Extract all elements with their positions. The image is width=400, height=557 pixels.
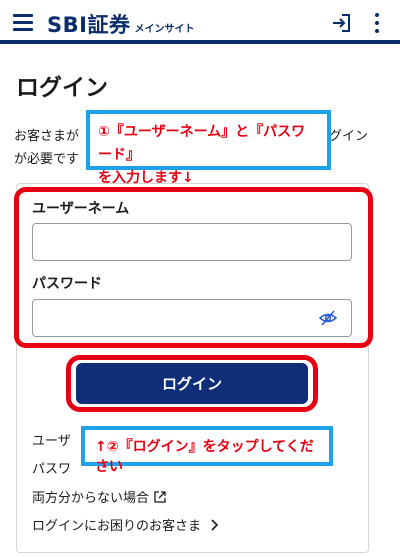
app-header: SBI証券 メインサイト xyxy=(0,0,400,44)
external-link-icon xyxy=(154,490,166,503)
forgot-username-link[interactable]: ユーザ xyxy=(32,430,71,449)
forgot-password-link[interactable]: パスワ xyxy=(32,458,71,477)
login-help-link[interactable]: ログインにお困りのお客さま xyxy=(32,515,219,534)
fields-highlight-box xyxy=(14,187,373,348)
intro-text-line1: お客さまが xyxy=(14,129,80,144)
forgot-password-label: パスワ xyxy=(32,462,72,477)
login-button-highlight-box xyxy=(66,355,318,412)
page-title: ログイン xyxy=(16,75,108,101)
callout-step1-line1: ①『ユーザーネーム』と『パスワード』 xyxy=(98,124,306,163)
chevron-right-icon xyxy=(211,518,219,531)
callout-step2-text: ↑②『ログイン』をタップしてください xyxy=(95,439,314,475)
menu-icon[interactable] xyxy=(13,14,33,31)
login-icon[interactable] xyxy=(330,12,352,34)
logo-sub-text: メインサイト xyxy=(134,24,195,35)
callout-step1-line2: を入力します↓ xyxy=(98,170,194,186)
intro-text-line1-end: グイン xyxy=(329,129,369,144)
intro-text-line2: が必要です xyxy=(14,152,80,167)
instruction-callout-step1: ①『ユーザーネーム』と『パスワード』 を入力します↓ xyxy=(86,110,331,186)
login-help-label: ログインにお困りのお客さま xyxy=(32,519,202,534)
forgot-username-label: ユーザ xyxy=(32,434,71,449)
sbi-logo[interactable]: SBI証券 メインサイト xyxy=(47,9,194,39)
forgot-both-label: 両方分からない場合 xyxy=(32,491,150,506)
logo-main-text: SBI証券 xyxy=(47,13,131,37)
more-vertical-icon[interactable] xyxy=(372,12,382,34)
forgot-both-link[interactable]: 両方分からない場合 xyxy=(32,487,166,506)
instruction-callout-step2: ↑②『ログイン』をタップしてください xyxy=(81,426,333,475)
